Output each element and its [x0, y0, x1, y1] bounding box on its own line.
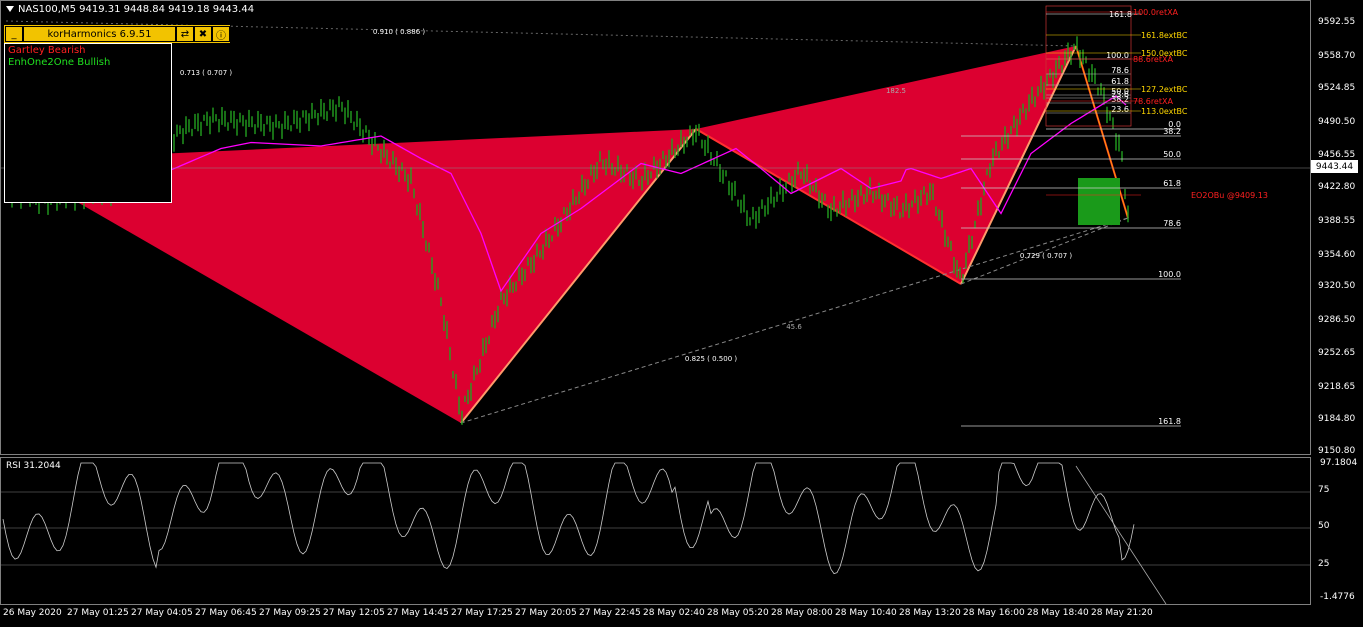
fib-ext-label: 100.0retXA — [1133, 8, 1179, 17]
pattern-enhone2one-bullish[interactable]: EnhOne2One Bullish — [5, 57, 171, 68]
price-axis-tick: 9388.55 — [1318, 216, 1356, 226]
time-axis-tick: 28 May 13:20 — [899, 608, 961, 618]
tools-icon[interactable]: ✖ — [194, 26, 212, 42]
time-axis-tick: 28 May 16:00 — [963, 608, 1025, 618]
fib-level-label: 78.6 — [1163, 219, 1181, 228]
indicator-toolbar: _ korHarmonics 6.9.51 ⇄ ✖ ⓘ — [4, 25, 230, 43]
price-axis-tick: 9184.80 — [1318, 414, 1356, 424]
minimize-button[interactable]: _ — [5, 26, 23, 42]
price-axis-tick: 9592.55 — [1318, 17, 1356, 27]
rsi-axis-tick: -1.4776 — [1320, 592, 1355, 602]
fib-level-label: 61.8 — [1111, 77, 1129, 86]
ratio-label: 0.713 ( 0.707 ) — [180, 69, 232, 77]
symbol-title: NAS100,M5 9419.31 9448.84 9419.18 9443.4… — [6, 4, 254, 15]
time-axis-tick: 28 May 08:00 — [771, 608, 833, 618]
price-axis-tick: 9558.70 — [1318, 51, 1356, 61]
rsi-axis-tick: 25 — [1318, 559, 1330, 569]
fib-level-label: 161.8 — [1158, 417, 1181, 426]
ratio-label: 45.6 — [786, 323, 802, 331]
time-axis-tick: 28 May 21:20 — [1091, 608, 1153, 618]
rsi-axis-tick: 50 — [1318, 521, 1330, 531]
pattern-list: Gartley Bearish EnhOne2One Bullish — [4, 43, 172, 203]
info-icon[interactable]: ⓘ — [212, 26, 230, 42]
fib-level-label: 61.8 — [1163, 179, 1181, 188]
time-axis-tick: 28 May 10:40 — [835, 608, 897, 618]
fib-level-label: 100.0 — [1106, 51, 1129, 60]
ratio-label: 182.5 — [886, 87, 906, 95]
rsi-trendline — [1075, 465, 1167, 604]
arrows-icon[interactable]: ⇄ — [176, 26, 194, 42]
fib-level-label: 50.0 — [1163, 150, 1181, 159]
fib-ext-label: 113.0extBC — [1141, 107, 1188, 116]
time-axis-tick: 28 May 05:20 — [707, 608, 769, 618]
price-axis-tick: 9456.55 — [1318, 150, 1356, 160]
time-axis-tick: 27 May 06:45 — [195, 608, 257, 618]
ratio-label: 0.825 ( 0.500 ) — [685, 355, 737, 363]
time-axis-tick: 27 May 09:25 — [259, 608, 321, 618]
rsi-axis-tick: 75 — [1318, 485, 1330, 495]
fib-level-label: 23.6 — [1111, 90, 1129, 99]
time-axis-tick: 26 May 2020 — [3, 608, 62, 618]
time-axis-tick: 28 May 18:40 — [1027, 608, 1089, 618]
price-axis-tick: 9218.65 — [1318, 382, 1356, 392]
price-chart-pane[interactable]: 0.0 38.2 50.0 61.8 78.6 100.0 161.8 100.0 78.6 61… — [0, 0, 1311, 455]
fib-ext-label: 78.6retXA — [1133, 97, 1173, 106]
fib-level-label: 78.6 — [1111, 66, 1129, 75]
time-axis-tick: 28 May 02:40 — [643, 608, 705, 618]
ratio-label: 0.729 ( 0.707 ) — [1020, 252, 1072, 260]
pattern-gartley-bearish[interactable]: Gartley Bearish — [5, 44, 171, 57]
time-axis-tick: 27 May 01:25 — [67, 608, 129, 618]
symbol-quote: NAS100,M5 9419.31 9448.84 9419.18 9443.4… — [18, 4, 255, 15]
fib-level-label: 23.6 — [1111, 105, 1129, 114]
fib-ext-label: 88.6retXA — [1133, 55, 1173, 64]
price-axis-tick: 9320.50 — [1318, 281, 1356, 291]
fib-level-label: 38.2 — [1163, 127, 1181, 136]
time-axis-tick: 27 May 22:45 — [579, 608, 641, 618]
menu-triangle-icon[interactable] — [6, 6, 14, 12]
price-axis-tick: 9354.60 — [1318, 250, 1356, 260]
price-axis-tick: 9524.85 — [1318, 83, 1356, 93]
price-axis-tick: 9150.80 — [1318, 446, 1356, 456]
fib-ext-label: 161.8 — [1109, 10, 1132, 19]
price-axis-tick: 9286.50 — [1318, 315, 1356, 325]
minimize-label: _ — [11, 28, 17, 40]
ratio-label: 0.910 ( 0.886 ) — [373, 28, 425, 36]
price-chart-canvas[interactable]: 0.038.250.061.878.6100.0161.8100.078.661… — [1, 1, 1310, 454]
rsi-pane[interactable]: RSI 31.2044 — [0, 457, 1311, 605]
indicator-name-button[interactable]: korHarmonics 6.9.51 — [23, 26, 176, 42]
rsi-label: RSI 31.2044 — [6, 461, 61, 471]
time-axis-tick: 27 May 20:05 — [515, 608, 577, 618]
price-axis-tick: 9252.65 — [1318, 348, 1356, 358]
current-price-marker: 9443.44 — [1311, 160, 1358, 173]
rsi-axis-tick: 97.1804 — [1320, 458, 1358, 468]
fib-ext-label: 127.2extBC — [1141, 85, 1188, 94]
price-axis-tick: 9422.80 — [1318, 182, 1356, 192]
price-axis-tick: 9490.50 — [1318, 117, 1356, 127]
fib-ext-label: 161.8extBC — [1141, 31, 1188, 40]
fib-ext-label: EO2OBu @9409.13 — [1191, 191, 1268, 200]
completion-zone-box — [1078, 178, 1120, 225]
rsi-line — [2, 462, 1135, 575]
fib-level-label: 100.0 — [1158, 270, 1181, 279]
indicator-name: korHarmonics 6.9.51 — [47, 28, 152, 40]
time-axis-tick: 27 May 14:45 — [387, 608, 449, 618]
time-axis-tick: 27 May 04:05 — [131, 608, 193, 618]
time-axis-tick: 27 May 12:05 — [323, 608, 385, 618]
time-axis-tick: 27 May 17:25 — [451, 608, 513, 618]
rsi-canvas[interactable] — [1, 458, 1310, 604]
